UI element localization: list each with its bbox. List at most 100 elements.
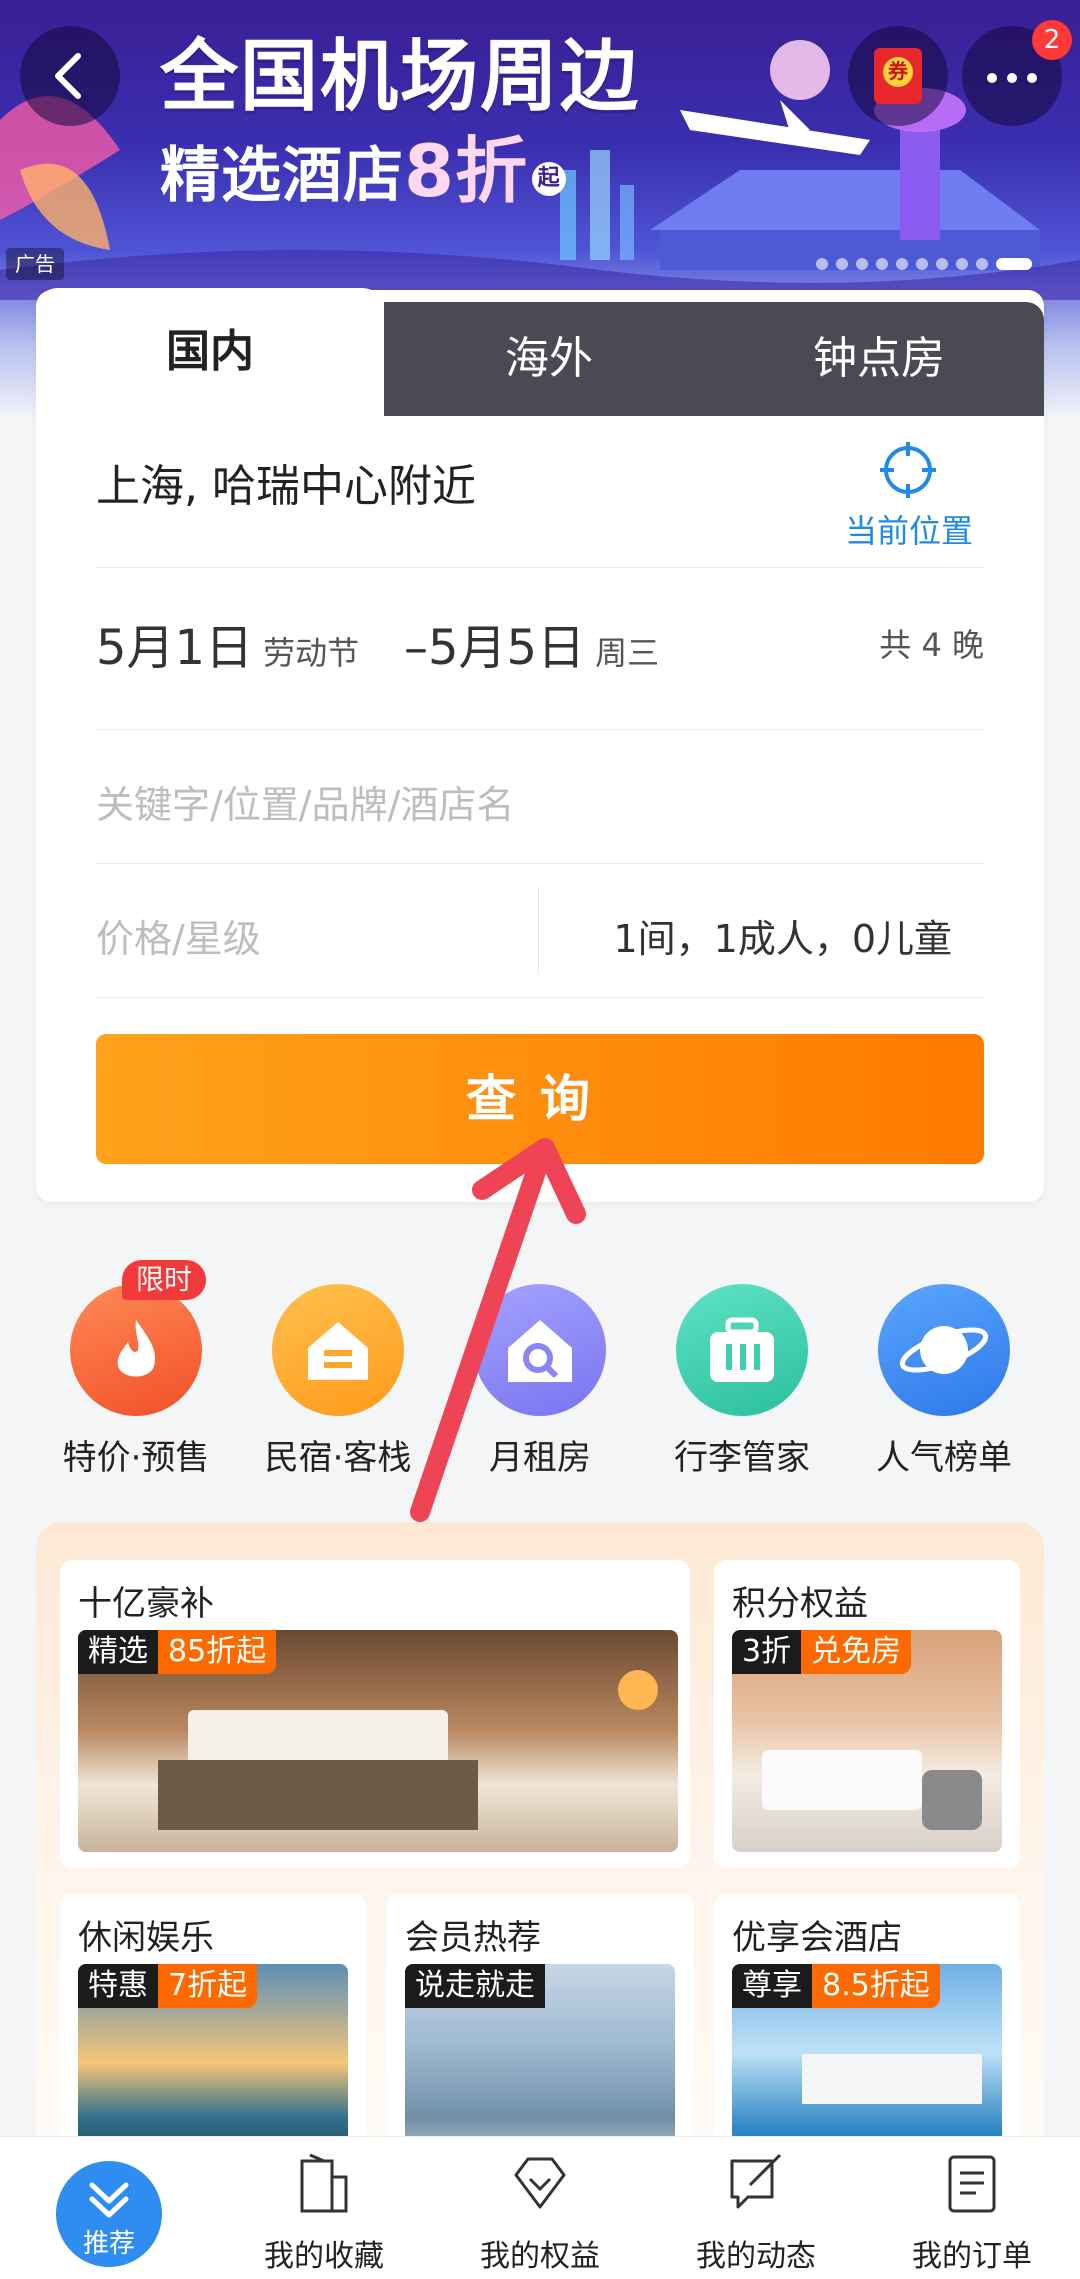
promo-card-billion-subsidy[interactable]: 十亿豪补 精选 85折起 [60, 1560, 690, 1868]
bottom-navigation: 推荐 我的收藏 我的权益 我的动态 我的订单 [0, 2136, 1080, 2279]
nav-label: 推荐 [82, 2229, 135, 2259]
promo-title: 十亿豪补 [78, 1584, 214, 1624]
promo-title: 优享会酒店 [732, 1918, 902, 1958]
banner-discount: 8折 [404, 129, 529, 213]
nav-orders[interactable]: 我的订单 [897, 2153, 1047, 2274]
luggage-icon [676, 1284, 808, 1416]
tab-overseas[interactable]: 海外 [384, 302, 714, 416]
quick-entry-monthly-rental[interactable]: 月租房 [440, 1280, 640, 1480]
promo-tag-discount: 7折起 [158, 1964, 258, 2008]
building-icon [300, 2153, 348, 2213]
quick-entry-label: 特价·预售 [62, 1438, 210, 1478]
promo-title: 会员热荐 [405, 1918, 541, 1958]
keyword-row[interactable]: 关键字/位置/品牌/酒店名 [96, 730, 984, 864]
quick-entry-homestay[interactable]: 民宿·客栈 [238, 1280, 438, 1480]
promo-tag: 精选 85折起 [78, 1630, 277, 1674]
carousel-dot[interactable] [856, 258, 868, 270]
limited-time-tag: 限时 [122, 1260, 206, 1300]
flame-icon [70, 1284, 202, 1416]
current-location-button[interactable]: 当前位置 [834, 440, 984, 550]
nav-label: 我的订单 [912, 2239, 1032, 2274]
nav-label: 我的动态 [696, 2239, 816, 2274]
nav-activity[interactable]: 我的动态 [681, 2153, 831, 2274]
notification-badge: 2 [1032, 20, 1072, 60]
edit-message-icon [730, 2153, 782, 2209]
promo-card-points[interactable]: 积分权益 3折 兑免房 [714, 1560, 1020, 1868]
nav-label: 我的收藏 [264, 2239, 384, 2274]
checkout-date[interactable]: –5月5日 周三 [404, 608, 659, 678]
carousel-dot[interactable] [836, 258, 848, 270]
banner-subtitle-main: 精选酒店 [160, 141, 404, 211]
carousel-dot[interactable] [816, 258, 828, 270]
room-guest-selector[interactable]: 1间，1成人，0儿童 [613, 908, 952, 963]
search-button[interactable]: 查询 [96, 1034, 984, 1164]
quick-entry-label: 民宿·客栈 [264, 1438, 412, 1478]
nav-recommend[interactable]: 推荐 [56, 2161, 162, 2267]
current-location-label: 当前位置 [844, 512, 973, 550]
quick-entry-label: 月租房 [489, 1438, 591, 1478]
quick-entry-label: 行李管家 [674, 1438, 810, 1478]
carousel-dot[interactable] [916, 258, 928, 270]
date-row[interactable]: 5月1日 劳动节 –5月5日 周三 共 4 晚 [96, 568, 984, 730]
quick-entry-luggage[interactable]: 行李管家 [642, 1280, 842, 1480]
tab-hourly[interactable]: 钟点房 [714, 302, 1044, 416]
carousel-dot-active[interactable] [996, 258, 1032, 270]
ad-label: 广告 [6, 248, 64, 280]
nav-favorites[interactable]: 我的收藏 [249, 2153, 399, 2274]
carousel-dot[interactable] [896, 258, 908, 270]
promo-tag-label: 特惠 [78, 1964, 158, 2008]
promo-tag: 3折 兑免房 [732, 1630, 912, 1674]
carousel-dot[interactable] [936, 258, 948, 270]
promo-tag-label: 精选 [78, 1630, 158, 1674]
promo-title: 积分权益 [732, 1584, 868, 1624]
carousel-indicator[interactable] [816, 258, 1032, 270]
coupon-button[interactable]: 券 [848, 26, 948, 126]
crosshair-icon [880, 442, 936, 498]
checkin-date-text: 5月1日 [96, 620, 254, 676]
banner-discount-suffix: 起 [532, 162, 567, 197]
keyword-input[interactable]: 关键字/位置/品牌/酒店名 [96, 774, 514, 829]
promo-tag-discount: 8.5折起 [812, 1964, 940, 2008]
diamond-icon [514, 2157, 566, 2209]
checkout-weekday: 周三 [595, 634, 660, 672]
banner-title: 全国机场周边 [160, 32, 641, 122]
filter-row: 价格/星级 1间，1成人，0儿童 [96, 864, 984, 998]
checkin-holiday: 劳动节 [263, 634, 360, 672]
promo-tag-discount: 85折起 [158, 1630, 277, 1674]
checkin-date[interactable]: 5月1日 劳动节 [96, 608, 359, 678]
quick-entry-popular-list[interactable]: 人气榜单 [844, 1280, 1044, 1480]
location-text[interactable]: 上海, 哈瑞中心附近 [96, 450, 476, 514]
house-search-icon [474, 1284, 606, 1416]
nav-label: 我的权益 [480, 2239, 600, 2274]
promo-tag-label: 说走就走 [405, 1964, 545, 2008]
back-button[interactable] [20, 26, 120, 126]
quick-entries: 限时 特价·预售 民宿·客栈 月租房 行李管家 人气榜单 [0, 1260, 1080, 1480]
promo-tag: 说走就走 [405, 1964, 545, 2008]
location-row[interactable]: 上海, 哈瑞中心附近 当前位置 [96, 416, 984, 568]
nav-benefits[interactable]: 我的权益 [465, 2153, 615, 2274]
promo-tag-label: 尊享 [732, 1964, 812, 2008]
double-chevron-icon [89, 2182, 129, 2218]
checkout-date-text: –5月5日 [404, 620, 586, 676]
promo-tag: 尊享 8.5折起 [732, 1964, 940, 2008]
promo-tag-discount: 兑免房 [801, 1630, 912, 1674]
carousel-dot[interactable] [876, 258, 888, 270]
order-document-icon [948, 2155, 996, 2213]
hotel-room-image: 3折 兑免房 [732, 1630, 1002, 1852]
filter-divider [538, 886, 539, 974]
coupon-label: 券 [888, 59, 908, 83]
banner-subtitle: 精选酒店8折起 [160, 112, 567, 217]
tab-domestic[interactable]: 国内 [36, 288, 384, 416]
price-star-input[interactable]: 价格/星级 [96, 908, 261, 963]
carousel-dot[interactable] [976, 258, 988, 270]
quick-entry-special-presale[interactable]: 限时 特价·预售 [36, 1260, 236, 1480]
back-arrow-icon [55, 53, 81, 99]
promo-title: 休闲娱乐 [78, 1918, 214, 1958]
quick-entry-label: 人气榜单 [876, 1438, 1012, 1478]
carousel-dot[interactable] [956, 258, 968, 270]
promo-tag: 特惠 7折起 [78, 1964, 258, 2008]
promo-tag-label: 3折 [732, 1630, 802, 1674]
house-icon [272, 1284, 404, 1416]
region-tabs: 国内 海外 钟点房 [36, 288, 1044, 416]
planet-icon [878, 1284, 1010, 1416]
